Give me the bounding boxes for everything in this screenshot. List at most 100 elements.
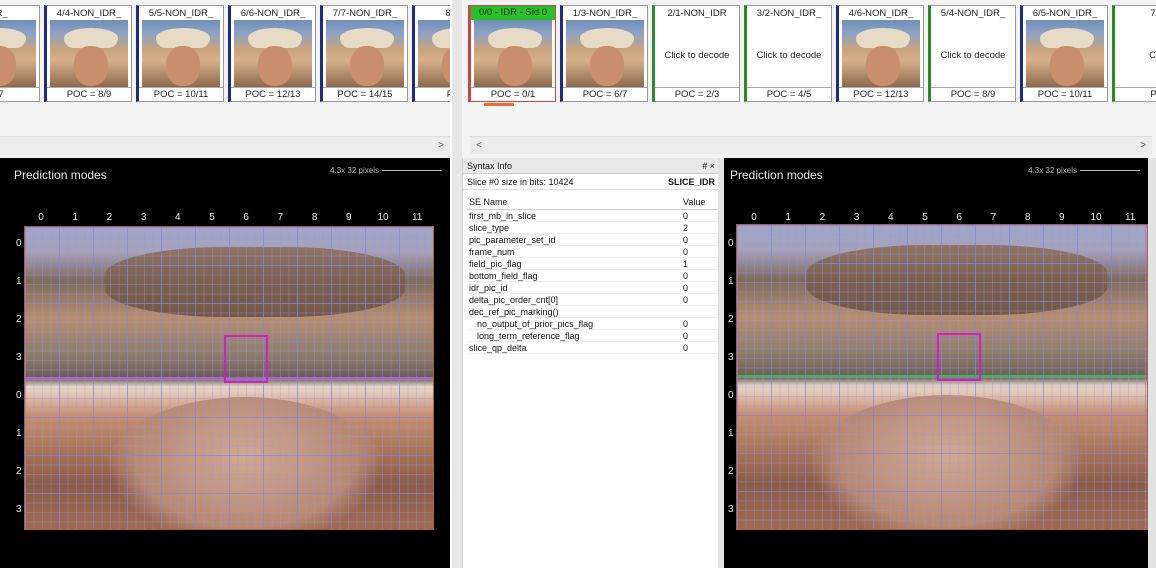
scroll-right-icon[interactable]: > (1136, 138, 1150, 154)
syntax-row[interactable]: first_mb_in_slice 0 (467, 210, 717, 222)
thumb-poc: POC = 8/9 (931, 87, 1015, 100)
syntax-row[interactable]: field_pic_flag 1 (467, 258, 717, 270)
thumb-poc: 6/7 (0, 87, 39, 100)
thumb-image (234, 20, 312, 87)
y-tick-label: 2 (728, 314, 734, 325)
y-tick-label: 2 (728, 466, 734, 477)
selected-macroblock[interactable] (937, 333, 981, 381)
syntax-row[interactable]: frame_num 0 (467, 246, 717, 258)
x-tick-label: 8 (1024, 212, 1031, 223)
se-value: 0 (683, 271, 689, 281)
se-name: delta_pic_order_cnt[0] (469, 295, 559, 305)
frame-thumbnail[interactable]: 8/8-N POC (412, 5, 450, 102)
y-tick-label: 1 (16, 428, 22, 439)
left-strip-scrollbar[interactable]: > (0, 136, 450, 154)
thumb-label: 6/5-NON_IDR_ (1032, 8, 1098, 19)
y-tick-label: 3 (16, 352, 22, 363)
frame-thumbnail[interactable]: 4/4-NON_IDR_ POC = 8/9 (44, 5, 132, 102)
x-tick-label: 6 (243, 212, 249, 223)
x-tick-label: 9 (346, 212, 352, 223)
thumb-image (0, 20, 36, 87)
syntax-row[interactable]: no_output_of_prior_pics_flag 0 (467, 318, 717, 330)
se-name: bottom_field_flag (469, 271, 538, 281)
thumb-poc: POC = 12/13 (231, 87, 315, 100)
syntax-row[interactable]: dec_ref_pic_marking() (467, 306, 717, 318)
frame-thumbnail[interactable]: 6/5-NON_IDR_ POC = 10/11 (1020, 5, 1108, 102)
syntax-row[interactable]: long_term_reference_flag 0 (467, 330, 717, 342)
decoded-frame (736, 224, 1148, 530)
frame-thumbnail[interactable]: 5/5-NON_IDR_ POC = 10/11 (136, 5, 224, 102)
frame-thumbnail[interactable]: 2/1-NON_IDR Click to decode POC = 2/3 (652, 5, 740, 102)
frame-thumbnail[interactable]: 6/6-NON_IDR_ POC = 12/13 (228, 5, 316, 102)
thumb-label: 0/0 - IDR - Sid 0 (471, 6, 555, 20)
col-value[interactable]: Value (683, 194, 705, 210)
frame-thumbnail[interactable]: IDR_ 6/7 (0, 5, 40, 102)
thumb-poc: POC = 4/5 (747, 87, 831, 100)
panel-controls[interactable]: # × (702, 158, 715, 174)
syntax-table-header: SE Name Value (467, 194, 717, 210)
col-se-name[interactable]: SE Name (469, 194, 508, 210)
frame-thumbnail[interactable]: 7/7-NON_IDR_ POC = 14/15 (320, 5, 408, 102)
syntax-row[interactable]: idr_pic_id 0 (467, 282, 717, 294)
se-value: 0 (683, 331, 689, 341)
thumb-image (1026, 20, 1104, 87)
scale-readout: 4.3x 32 pixels (1028, 166, 1140, 175)
frame-thumbnail[interactable]: 0/0 - IDR - Sid 0 POC = 0/1 (468, 5, 556, 102)
decoded-frame (24, 226, 434, 530)
thumb-image (50, 20, 128, 87)
frame-thumbnail[interactable]: 7/9 Clic PC (1112, 5, 1156, 102)
slice-size: Slice #0 size in bits: 10424 (467, 177, 574, 187)
x-tick-label: 1 (72, 212, 78, 223)
click-to-decode[interactable]: Click to decode (655, 50, 739, 61)
thumb-poc: POC (415, 87, 450, 100)
thumb-label: 4/6-NON_IDR_ (848, 8, 914, 19)
y-tick-label: 0 (728, 390, 734, 401)
right-strip-scrollbar[interactable]: < > (470, 136, 1152, 154)
x-tick-label: 10 (377, 212, 389, 223)
x-tick-label: 2 (819, 212, 826, 223)
syntax-info-panel: Syntax Info # × Slice #0 size in bits: 1… (462, 158, 720, 568)
frame-thumbnail[interactable]: 1/3-NON_IDR_ POC = 6/7 (560, 5, 648, 102)
se-value: 1 (683, 259, 689, 269)
x-tick-label: 6 (956, 212, 962, 223)
thumb-label: 3/2-NON_IDR_ (756, 8, 822, 19)
left-prediction-view[interactable]: Prediction modes 4.3x 32 pixels 0 1 2 3 4 5 6 7… (0, 158, 450, 568)
scroll-right-icon[interactable]: > (434, 138, 448, 154)
scroll-left-icon[interactable]: < (472, 138, 486, 154)
panel-splitter[interactable] (452, 0, 462, 568)
scale-readout: 4.3x 32 pixels (330, 166, 442, 175)
selected-macroblock[interactable] (224, 335, 268, 383)
se-value: 0 (683, 343, 689, 353)
thumb-label: 5/4-NON_IDR_ (940, 8, 1006, 19)
right-frame-strip: 0/0 - IDR - Sid 0 POC = 0/1 1/3-NON_IDR_ PO… (462, 0, 1156, 158)
y-tick-label: 0 (16, 390, 22, 401)
syntax-row[interactable]: slice_type 2 (467, 222, 717, 234)
click-to-decode[interactable]: Clic (1115, 50, 1156, 61)
se-name: dec_ref_pic_marking() (469, 307, 559, 317)
frame-thumbnail[interactable]: 5/4-NON_IDR_ Click to decode POC = 8/9 (928, 5, 1016, 102)
x-tick-label: 2 (106, 212, 113, 223)
syntax-row[interactable]: pic_parameter_set_id 0 (467, 234, 717, 246)
syntax-row[interactable]: bottom_field_flag 0 (467, 270, 717, 282)
x-tick-label: 8 (311, 212, 318, 223)
click-to-decode[interactable]: Click to decode (747, 50, 831, 61)
prediction-title: Prediction modes (14, 168, 107, 182)
se-value: 0 (683, 235, 689, 245)
x-tick-label: 3 (853, 212, 860, 223)
thumb-image (566, 20, 644, 87)
right-prediction-view[interactable]: Prediction modes 4.3x 32 pixels 0 1 2 3 4 5 6 7… (724, 158, 1148, 568)
click-to-decode[interactable]: Click to decode (931, 50, 1015, 61)
frame-thumbnail[interactable]: 4/6-NON_IDR_ POC = 12/13 (836, 5, 924, 102)
syntax-row[interactable]: delta_pic_order_cnt[0] 0 (467, 294, 717, 306)
y-tick-label: 3 (728, 352, 734, 363)
x-tick-label: 1 (785, 212, 791, 223)
se-name: slice_qp_delta (469, 343, 527, 353)
x-tick-label: 4 (888, 212, 894, 223)
right-vertical-scrollbar[interactable] (1148, 158, 1156, 568)
syntax-row[interactable]: slice_qp_delta 0 (467, 342, 717, 354)
y-tick-label: 2 (16, 466, 22, 477)
se-value: 0 (683, 247, 689, 257)
thumb-label: 7/9 (1150, 8, 1156, 19)
se-value: 2 (683, 223, 689, 233)
frame-thumbnail[interactable]: 3/2-NON_IDR_ Click to decode POC = 4/5 (744, 5, 832, 102)
